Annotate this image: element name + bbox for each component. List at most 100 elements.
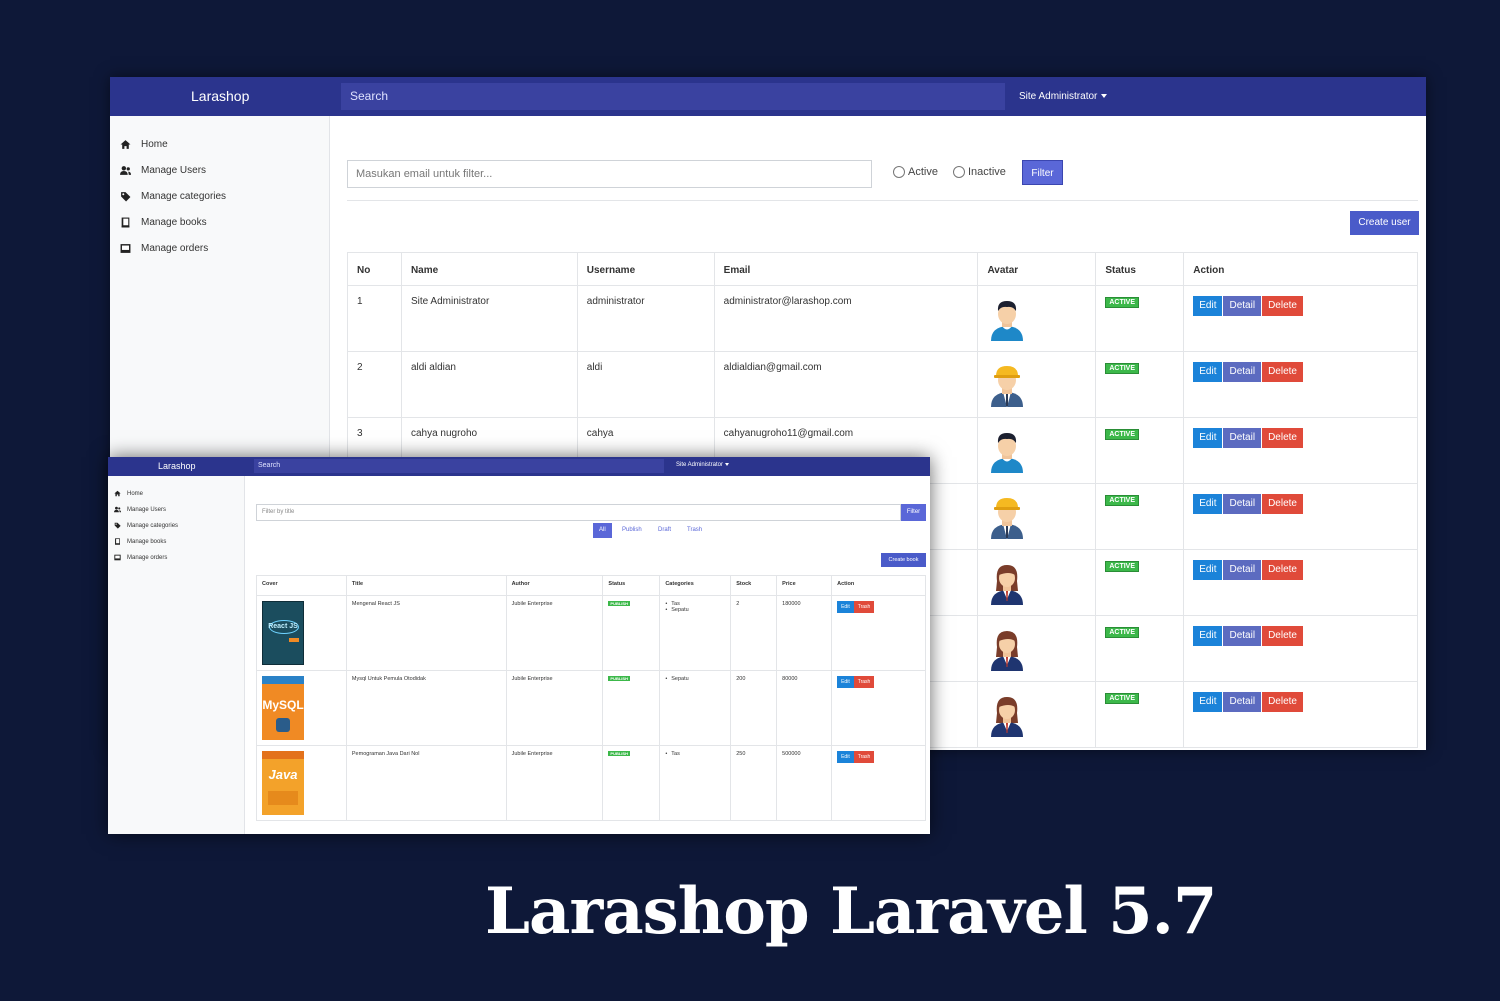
detail-button[interactable]: Detail: [1223, 494, 1262, 514]
status-cell: ACTIVE: [1095, 615, 1185, 682]
edit-button[interactable]: Edit: [1193, 362, 1223, 382]
table-cell: Jubile Enterprise: [505, 670, 604, 746]
avatar: [977, 483, 1097, 550]
radio-circle-icon: [953, 166, 965, 179]
brand-logo[interactable]: Larashop: [191, 88, 249, 104]
delete-button[interactable]: Delete: [1262, 362, 1303, 382]
avatar: [977, 681, 1097, 748]
books-window: Larashop Search Site Administrator Home M…: [108, 457, 930, 834]
edit-button[interactable]: Edit: [1193, 428, 1223, 448]
sidebar-item-manage-categories[interactable]: Manage categories: [120, 189, 226, 205]
delete-button[interactable]: Delete: [1262, 560, 1303, 580]
radio-label: Active: [908, 166, 938, 178]
column-header: Price: [776, 575, 833, 596]
trash-button[interactable]: Trash: [853, 676, 875, 688]
tab-publish[interactable]: Publish: [622, 523, 642, 538]
action-cell: Edit Trash: [831, 595, 926, 671]
detail-button[interactable]: Detail: [1223, 428, 1262, 448]
detail-button[interactable]: Detail: [1223, 560, 1262, 580]
radio-inactive[interactable]: Inactive: [953, 165, 1006, 179]
avatar: [977, 615, 1097, 682]
categories-cell: Tas: [659, 745, 732, 821]
sidebar-item-manage-categories[interactable]: Manage categories: [114, 521, 178, 531]
detail-button[interactable]: Detail: [1223, 296, 1262, 316]
action-cell: Edit Trash: [831, 745, 926, 821]
sidebar-item-manage-users[interactable]: Manage Users: [120, 163, 206, 179]
table-cell: 1: [347, 285, 402, 352]
sidebar-item-home[interactable]: Home: [114, 489, 143, 499]
edit-button[interactable]: Edit: [1193, 494, 1223, 514]
delete-button[interactable]: Delete: [1262, 494, 1303, 514]
status-badge: ACTIVE: [1105, 693, 1139, 704]
detail-button[interactable]: Detail: [1223, 626, 1262, 646]
sidebar: Home Manage Users Manage categories Manage …: [108, 476, 245, 834]
create-book-button[interactable]: Create book: [881, 553, 926, 567]
status-cell: PUBLISH: [602, 595, 661, 671]
users-icon: [114, 506, 121, 513]
status-badge: ACTIVE: [1105, 429, 1139, 440]
edit-button[interactable]: Edit: [837, 751, 854, 763]
detail-button[interactable]: Detail: [1223, 692, 1262, 712]
headline: Larashop Laravel 5.7: [485, 874, 1217, 949]
sidebar-item-label: Home: [141, 139, 168, 150]
radio-active[interactable]: Active: [893, 165, 938, 179]
search-input[interactable]: Search: [341, 83, 1005, 110]
column-header: Avatar: [977, 252, 1097, 286]
edit-button[interactable]: Edit: [837, 601, 854, 613]
table-cell: Jubile Enterprise: [505, 745, 604, 821]
user-menu[interactable]: Site Administrator: [676, 462, 730, 468]
sidebar-item-manage-orders[interactable]: Manage orders: [114, 553, 167, 563]
table-cell: aldi aldian: [400, 351, 578, 418]
column-header: Cover: [256, 575, 347, 596]
table-cell: administrator@larashop.com: [713, 285, 979, 352]
delete-button[interactable]: Delete: [1262, 428, 1303, 448]
sidebar-item-manage-users[interactable]: Manage Users: [114, 505, 166, 515]
delete-button[interactable]: Delete: [1262, 626, 1303, 646]
inbox-icon: [114, 554, 121, 561]
sidebar-item-label: Manage books: [127, 539, 167, 545]
tab-all[interactable]: All: [593, 523, 612, 538]
search-input[interactable]: Search: [254, 459, 664, 473]
sidebar-item-manage-books[interactable]: Manage books: [120, 215, 207, 231]
filter-button[interactable]: Filter: [1022, 160, 1063, 185]
email-filter-input[interactable]: Masukan email untuk filter...: [347, 160, 872, 188]
delete-button[interactable]: Delete: [1262, 296, 1303, 316]
title-filter-input[interactable]: Filter by title: [256, 504, 901, 521]
status-badge: PUBLISH: [608, 601, 630, 606]
sidebar-item-label: Home: [127, 491, 144, 497]
create-user-button[interactable]: Create user: [1350, 211, 1419, 235]
column-header: Name: [400, 252, 578, 286]
book-cover: React JS: [256, 595, 347, 671]
delete-button[interactable]: Delete: [1262, 692, 1303, 712]
sidebar-item-label: Manage orders: [127, 555, 168, 561]
book-icon: [114, 538, 121, 545]
caret-down-icon: [1101, 94, 1108, 99]
sidebar-item-manage-books[interactable]: Manage books: [114, 537, 166, 547]
table-cell: Pemograman Java Dari Nol: [345, 745, 507, 821]
tab-trash[interactable]: Trash: [687, 523, 702, 538]
status-badge: ACTIVE: [1105, 627, 1139, 638]
edit-button[interactable]: Edit: [1193, 692, 1223, 712]
tab-draft[interactable]: Draft: [658, 523, 671, 538]
trash-button[interactable]: Trash: [853, 601, 875, 613]
user-menu[interactable]: Site Administrator: [1019, 91, 1108, 102]
brand-logo[interactable]: Larashop: [158, 461, 196, 471]
edit-button[interactable]: Edit: [1193, 626, 1223, 646]
books-table: Cover Title Author Status Categories Stock Pri…: [256, 575, 926, 821]
table-cell: 500000: [776, 745, 833, 821]
sidebar-item-manage-orders[interactable]: Manage orders: [120, 241, 208, 257]
table-cell: 200: [730, 670, 778, 746]
trash-button[interactable]: Trash: [853, 751, 875, 763]
sidebar-item-home[interactable]: Home: [120, 137, 168, 153]
edit-button[interactable]: Edit: [1193, 296, 1223, 316]
action-cell: Edit Detail Delete: [1183, 549, 1418, 616]
tag-icon: [114, 522, 121, 529]
radio-circle-icon: [893, 166, 905, 179]
action-cell: Edit Detail Delete: [1183, 285, 1418, 352]
detail-button[interactable]: Detail: [1223, 362, 1262, 382]
edit-button[interactable]: Edit: [837, 676, 854, 688]
filter-button[interactable]: Filter: [901, 504, 926, 521]
column-header: Action: [831, 575, 926, 596]
column-header: Status: [1095, 252, 1185, 286]
edit-button[interactable]: Edit: [1193, 560, 1223, 580]
